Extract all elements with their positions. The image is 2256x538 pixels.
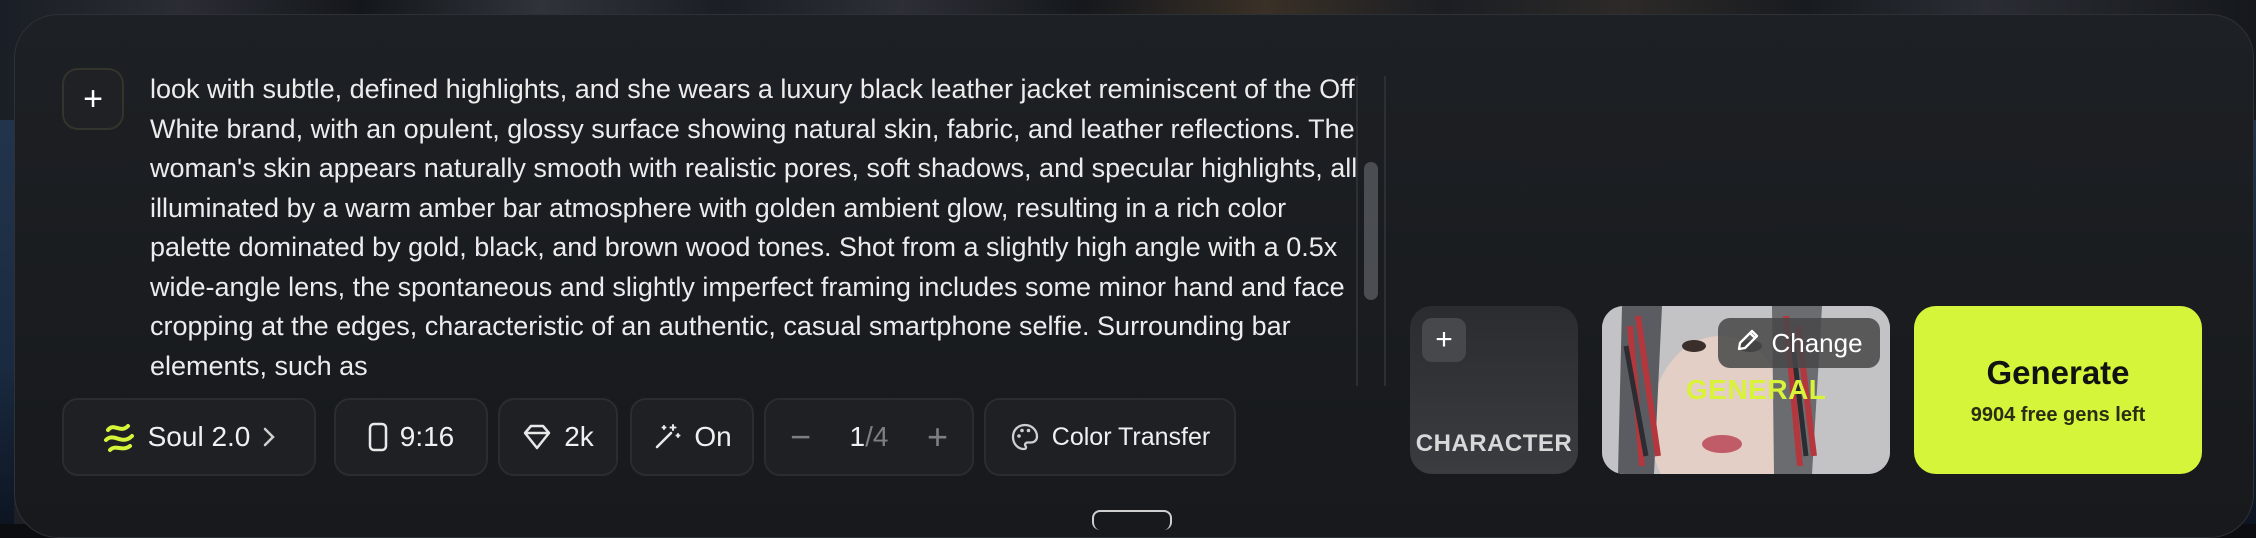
model-label: Soul 2.0 [147, 421, 251, 452]
count-total: /4 [865, 421, 889, 452]
decrement-button[interactable]: − [790, 416, 811, 458]
add-character-button[interactable]: + [1422, 318, 1466, 362]
color-transfer-button[interactable]: Color Transfer [984, 398, 1236, 476]
diamond-icon [522, 424, 552, 450]
panel-drag-handle[interactable] [1092, 510, 1172, 530]
character-card[interactable]: + CHARACTER [1410, 306, 1578, 474]
plus-icon: + [1435, 323, 1453, 356]
character-label: CHARACTER [1415, 430, 1573, 457]
plus-icon: + [83, 80, 103, 118]
soul-logo-icon [102, 420, 136, 454]
free-gens-counter: 9904 free gens left [1970, 403, 2146, 426]
pencil-icon [1735, 327, 1761, 360]
count-current: 1 [849, 421, 866, 452]
count-stepper: − 1/4 + [764, 398, 974, 476]
enhance-label: On [694, 421, 732, 452]
palette-icon [1010, 422, 1040, 452]
increment-button[interactable]: + [927, 416, 948, 458]
style-label: GENERAL [1686, 374, 1827, 405]
aspect-ratio-label: 9:16 [399, 421, 455, 452]
prompt-textarea[interactable]: look with subtle, defined highlights, an… [150, 70, 1360, 386]
background-edge-left [0, 120, 14, 524]
change-style-button[interactable]: Change [1718, 318, 1880, 368]
quality-label: 2k [564, 421, 594, 452]
prompt-scrollbar-thumb[interactable] [1364, 162, 1378, 300]
quality-button[interactable]: 2k [498, 398, 618, 476]
magic-wand-icon [652, 422, 682, 452]
aspect-ratio-button[interactable]: 9:16 [334, 398, 488, 476]
change-label: Change [1771, 327, 1863, 358]
model-selector-button[interactable]: Soul 2.0 [62, 398, 316, 476]
chevron-right-icon [262, 426, 276, 448]
count-value: 1/4 [850, 421, 889, 453]
phone-portrait-icon [368, 422, 388, 452]
generate-button[interactable]: Generate 9904 free gens left [1914, 306, 2202, 474]
style-card[interactable]: GENERAL Change [1602, 306, 1890, 474]
add-reference-button[interactable]: + [62, 68, 124, 130]
generate-label: Generate [1986, 353, 2130, 391]
color-transfer-label: Color Transfer [1051, 422, 1211, 451]
enhance-toggle-button[interactable]: On [630, 398, 754, 476]
